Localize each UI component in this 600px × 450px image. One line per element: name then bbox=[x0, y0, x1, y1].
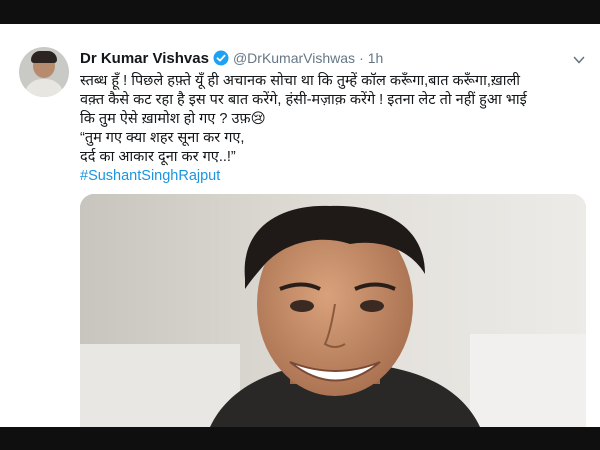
tweet-text-line: कि तुम ऐसे ख़ामोश हो गए ? उफ़😢 bbox=[80, 111, 266, 127]
tweet-text: स्तब्ध हूँ ! पिछले हफ़्ते यूँ ही अचानक स… bbox=[80, 72, 590, 186]
tweet-quote-line: दर्द का आकार दूना कर गए..!” bbox=[80, 149, 236, 165]
tweet-text-line: वक़्त कैसे कट रहा है इस पर बात करेंगे, ह… bbox=[80, 92, 527, 108]
separator-dot: · bbox=[359, 50, 364, 66]
hashtag-link[interactable]: #SushantSinghRajput bbox=[80, 167, 590, 186]
photo-illustration bbox=[80, 194, 586, 427]
tweet-text-line: स्तब्ध हूँ ! पिछले हफ़्ते यूँ ही अचानक स… bbox=[80, 73, 521, 89]
avatar[interactable] bbox=[19, 47, 69, 97]
author-name[interactable]: Dr Kumar Vishvas bbox=[80, 50, 209, 67]
chevron-down-icon[interactable] bbox=[572, 53, 586, 67]
tweet-photo[interactable] bbox=[80, 194, 586, 427]
top-frame-bar bbox=[0, 0, 600, 24]
bottom-frame-bar bbox=[0, 427, 600, 450]
avatar-shirt bbox=[24, 79, 64, 97]
tweet-quote-line: “तुम गए क्या शहर सूना कर गए, bbox=[80, 130, 245, 146]
avatar-hair bbox=[31, 51, 57, 63]
tweet-card[interactable]: Dr Kumar Vishvas @DrKumarVishwas · 1h स्… bbox=[0, 24, 600, 427]
verified-badge-icon bbox=[213, 50, 229, 66]
tweet-time[interactable]: 1h bbox=[368, 50, 384, 66]
author-handle[interactable]: @DrKumarVishwas bbox=[233, 50, 355, 66]
tweet-header: Dr Kumar Vishvas @DrKumarVishwas · 1h bbox=[80, 48, 383, 68]
